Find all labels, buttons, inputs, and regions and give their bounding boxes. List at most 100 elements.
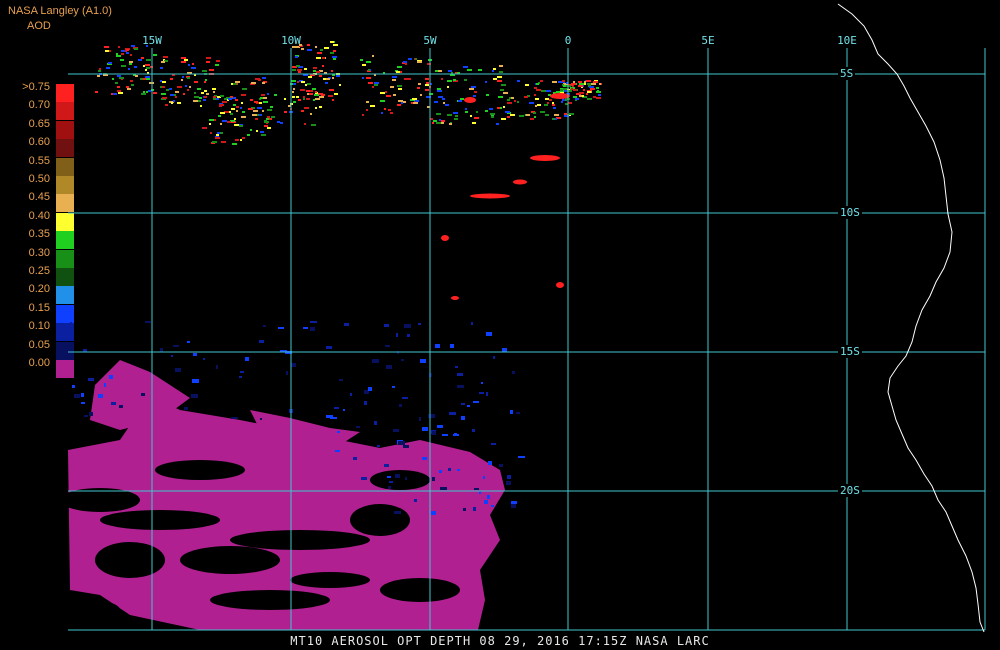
aerosol-pixel [339, 84, 341, 86]
map-canvas[interactable] [0, 0, 1000, 650]
aerosol-pixel [366, 109, 368, 111]
aerosol-pixel [569, 113, 574, 115]
aerosol-pixel [310, 327, 315, 331]
aerosol-pixel [308, 76, 312, 78]
aerosol-pixel [465, 108, 467, 110]
aerosol-pixel [303, 96, 305, 98]
aerosol-pixel [209, 119, 214, 121]
aerosol-pixel [501, 84, 506, 86]
aerosol-pixel [329, 89, 334, 91]
aerosol-pixel [191, 67, 196, 69]
aerosol-pixel [388, 486, 391, 489]
aerosol-pixel [499, 71, 503, 73]
aerosol-pixel [398, 88, 402, 90]
aerosol-pixel [360, 59, 363, 61]
aerosol-pixel [540, 80, 543, 82]
aerosol-pixel [397, 104, 401, 106]
aerosol-pixel [469, 88, 474, 90]
aerosol-pixel [449, 412, 456, 415]
aerosol-pixel [330, 52, 334, 54]
aerosol-pixel [442, 98, 445, 100]
aerosol-pixel [496, 123, 499, 125]
aerosol-pixel [141, 93, 146, 95]
aerosol-pixel [503, 92, 508, 94]
aerosol-pixel [131, 45, 135, 47]
aerosol-pixel [578, 81, 582, 83]
aerosol-pixel [500, 89, 504, 91]
aerosol-pixel [435, 344, 440, 348]
aerosol-pixel [146, 78, 150, 80]
aerosol-pixel [442, 434, 448, 436]
aerosol-pixel [493, 68, 496, 70]
high-aod-patch [470, 193, 510, 199]
aerosol-pixel [235, 99, 238, 101]
aerosol-pixel [472, 122, 476, 124]
latitude-label: 5S [838, 67, 856, 80]
aerosol-pixel [564, 113, 567, 115]
aerosol-pixel [306, 90, 310, 92]
aerosol-pixel [476, 111, 478, 113]
aerosol-pixel [441, 78, 443, 80]
aerosol-pixel [364, 401, 367, 405]
aerosol-pixel [298, 99, 301, 101]
aerosol-pixel [236, 110, 238, 112]
aerosol-pixel [509, 97, 511, 99]
aerosol-pixel [260, 131, 264, 133]
aerosol-pixel [418, 323, 421, 325]
aerosol-pixel [333, 50, 336, 52]
aerosol-pixel [491, 116, 494, 118]
aerosol-pixel [121, 65, 126, 67]
aerosol-pixel [425, 84, 429, 86]
aerosol-pixel [584, 81, 586, 83]
aerosol-pixel [488, 461, 492, 465]
aerosol-pixel [284, 98, 286, 100]
aerosol-pixel [492, 70, 494, 72]
aerosol-pixel [126, 49, 129, 51]
aerosol-pixel [188, 64, 190, 66]
aerosol-pixel [236, 106, 239, 108]
aerosol-pixel [104, 46, 109, 48]
aerosol-pixel [401, 359, 404, 361]
cloud-gap [180, 546, 280, 574]
aerosol-pixel [510, 410, 513, 414]
aerosol-pixel [573, 81, 575, 83]
aerosol-pixel [415, 100, 419, 102]
aerosol-pixel [267, 109, 272, 111]
aerosol-pixel [130, 80, 133, 82]
aerosol-pixel [425, 89, 429, 91]
aerosol-pixel [381, 112, 383, 114]
aerosol-pixel [189, 86, 191, 88]
aerosol-pixel [499, 65, 503, 67]
aerosol-pixel [117, 75, 121, 77]
africa-coastline [837, 3, 985, 633]
aerosol-pixel [109, 50, 111, 52]
aerosol-pixel [117, 86, 120, 88]
aerosol-pixel [486, 332, 492, 336]
aerosol-pixel [392, 386, 395, 388]
aerosol-pixel [126, 86, 129, 88]
aerosol-pixel [219, 115, 221, 117]
aerosol-pixel [530, 118, 534, 120]
aerosol-pixel [507, 116, 510, 118]
aerosol-pixel [200, 105, 202, 107]
aerosol-pixel [397, 85, 402, 87]
aerosol-pixel [573, 96, 577, 98]
aerosol-pixel [181, 61, 186, 63]
aerosol-pixel [344, 323, 349, 326]
aerosol-pixel [316, 71, 320, 73]
aerosol-pixel [173, 345, 179, 347]
aerosol-pixel [72, 385, 75, 388]
aerosol-pixel [398, 441, 405, 445]
aerosol-pixel [250, 129, 252, 131]
latitude-label: 15S [838, 345, 862, 358]
aerosol-pixel [146, 59, 151, 61]
aerosol-pixel [252, 114, 257, 116]
aerosol-pixel [562, 80, 565, 82]
aerosol-pixel [315, 98, 320, 100]
aerosol-pixel [242, 137, 245, 139]
aerosol-pixel [120, 59, 124, 61]
aerosol-pixel [108, 62, 112, 64]
aerosol-pixel [89, 412, 93, 416]
aerosol-pixel [184, 59, 188, 61]
aerosol-pixel [174, 94, 176, 96]
